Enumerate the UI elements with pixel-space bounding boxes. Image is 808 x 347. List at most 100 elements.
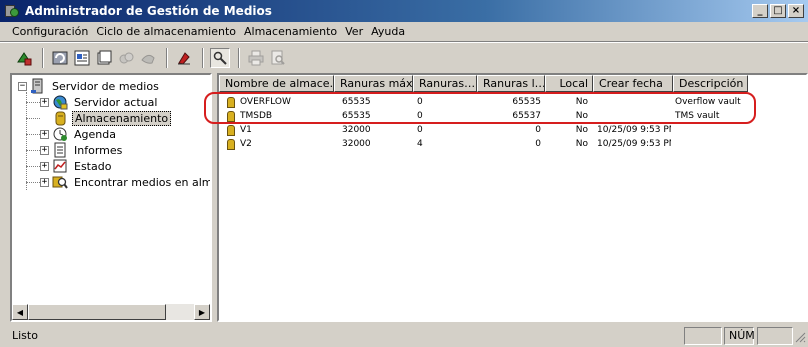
tree-item-label: Agenda: [74, 127, 116, 141]
tree-item-estado[interactable]: + Estado: [40, 158, 113, 174]
delete-button[interactable]: [174, 48, 194, 68]
cell-max-slots: 65535: [342, 111, 371, 121]
status-panel-caps: [684, 327, 722, 345]
tree-item-label: Encontrar medios en almacenamiento: [74, 175, 210, 189]
column-header-slots-used[interactable]: Ranuras…: [413, 75, 477, 92]
status-panel-scroll: [757, 327, 793, 345]
menu-almacenamiento[interactable]: Almacenamiento: [240, 25, 341, 38]
scroll-thumb[interactable]: [28, 304, 166, 320]
vault-icon: [227, 138, 235, 150]
table-row[interactable]: OVERFLOW 65535 0 65535 No Overflow vault: [219, 95, 751, 109]
delete-icon: [176, 50, 192, 66]
clock-icon: [52, 126, 68, 142]
print-button[interactable]: [246, 48, 266, 68]
column-header-created[interactable]: Crear fecha: [593, 75, 673, 92]
storage-icon: [52, 110, 68, 126]
cell-local: No: [575, 125, 588, 135]
media-icon: [118, 50, 134, 66]
collapse-toggle[interactable]: −: [18, 81, 27, 91]
print-icon: [248, 50, 264, 66]
expand-toggle[interactable]: +: [40, 145, 49, 155]
tree-item-label: Almacenamiento: [72, 110, 172, 126]
cell-local: No: [575, 97, 588, 107]
tree-item-informes[interactable]: + Informes: [40, 142, 124, 158]
expand-toggle[interactable]: +: [40, 129, 49, 139]
cell-name: OVERFLOW: [240, 97, 291, 107]
menu-configuracion[interactable]: Configuración: [8, 25, 92, 38]
toolbar: [0, 44, 808, 72]
search-media-icon: [52, 174, 68, 190]
status-icon: [52, 158, 68, 174]
new-item-button[interactable]: [94, 48, 114, 68]
vault-icon: [227, 124, 235, 136]
cell-description: TMS vault: [675, 111, 720, 121]
media-button[interactable]: [116, 48, 136, 68]
cell-slots-free: 0: [535, 139, 541, 149]
cell-max-slots: 65535: [342, 97, 371, 107]
status-text: Listo: [12, 329, 38, 342]
properties-button[interactable]: [72, 48, 92, 68]
column-header-local[interactable]: Local: [545, 75, 593, 92]
globe-icon: [52, 94, 68, 110]
scroll-left-button[interactable]: ◀: [12, 304, 28, 320]
tree-item-label: Servidor actual: [74, 95, 158, 109]
expand-toggle[interactable]: +: [40, 177, 49, 187]
tree-item-agenda[interactable]: + Agenda: [40, 126, 118, 142]
cell-name: TMSDB: [240, 111, 273, 121]
menu-ciclo-almacenamiento[interactable]: Ciclo de almacenamiento: [92, 25, 240, 38]
maximize-button[interactable]: □: [770, 4, 786, 18]
connect-button[interactable]: [14, 48, 34, 68]
cell-created: 10/25/09 9:53 PM: [597, 139, 671, 149]
tree-root-label: Servidor de medios: [52, 79, 159, 93]
app-icon: [4, 3, 20, 19]
horizontal-scrollbar[interactable]: ◀ ▶: [12, 304, 210, 320]
vault-icon: [227, 110, 235, 122]
resize-grip-icon[interactable]: [794, 331, 806, 343]
column-header-name[interactable]: Nombre de almace…: [219, 75, 334, 92]
vault-icon: [227, 96, 235, 108]
tape-button[interactable]: [138, 48, 158, 68]
cell-slots-used: 4: [417, 139, 423, 149]
tree-item-almacenamiento[interactable]: Almacenamiento: [52, 110, 172, 126]
scroll-track[interactable]: [28, 304, 194, 320]
table-row[interactable]: TMSDB 65535 0 65537 No TMS vault: [219, 109, 751, 123]
menu-bar: Configuración Ciclo de almacenamiento Al…: [0, 22, 808, 42]
cell-max-slots: 32000: [342, 139, 371, 149]
column-header-slots-free[interactable]: Ranuras l…: [477, 75, 545, 92]
properties-icon: [74, 50, 90, 66]
column-header-max-slots[interactable]: Ranuras máx.: [334, 75, 413, 92]
cell-slots-free: 0: [535, 125, 541, 135]
refresh-icon: [52, 50, 68, 66]
status-panel-num: NÚM: [724, 327, 755, 345]
column-header-description[interactable]: Descripción: [673, 75, 748, 92]
print-preview-button[interactable]: [268, 48, 288, 68]
tree-root[interactable]: − Servidor de medios: [18, 78, 161, 94]
connect-icon: [16, 50, 32, 66]
cell-max-slots: 32000: [342, 125, 371, 135]
minimize-button[interactable]: _: [752, 4, 768, 18]
cell-slots-used: 0: [417, 111, 423, 121]
tree-pane[interactable]: − Servidor de medios + Servidor actual A…: [10, 73, 212, 322]
scroll-right-button[interactable]: ▶: [194, 304, 210, 320]
menu-ayuda[interactable]: Ayuda: [367, 25, 409, 38]
expand-toggle[interactable]: +: [40, 97, 49, 107]
expand-toggle[interactable]: +: [40, 161, 49, 171]
tree-item-encontrar-medios[interactable]: + Encontrar medios en almacenamiento: [40, 174, 210, 190]
table-row[interactable]: V2 32000 4 0 No 10/25/09 9:53 PM: [219, 137, 751, 151]
toolbar-separator: [166, 48, 168, 68]
tree-item-label: Informes: [74, 143, 123, 157]
tree-item-label: Estado: [74, 159, 112, 173]
find-button[interactable]: [210, 48, 230, 68]
refresh-button[interactable]: [50, 48, 70, 68]
cell-description: Overflow vault: [675, 97, 741, 107]
table-row[interactable]: V1 32000 0 0 No 10/25/09 9:53 PM: [219, 123, 751, 137]
cell-name: V1: [240, 125, 252, 135]
title-bar: Administrador de Gestión de Medios _ □ ×: [0, 0, 808, 22]
tape-icon: [140, 50, 156, 66]
menu-ver[interactable]: Ver: [341, 25, 367, 38]
close-button[interactable]: ×: [788, 4, 804, 18]
list-pane[interactable]: Nombre de almace… Ranuras máx. Ranuras… …: [217, 73, 808, 322]
tree-item-servidor-actual[interactable]: + Servidor actual: [40, 94, 159, 110]
server-icon: [30, 78, 46, 94]
cell-local: No: [575, 139, 588, 149]
